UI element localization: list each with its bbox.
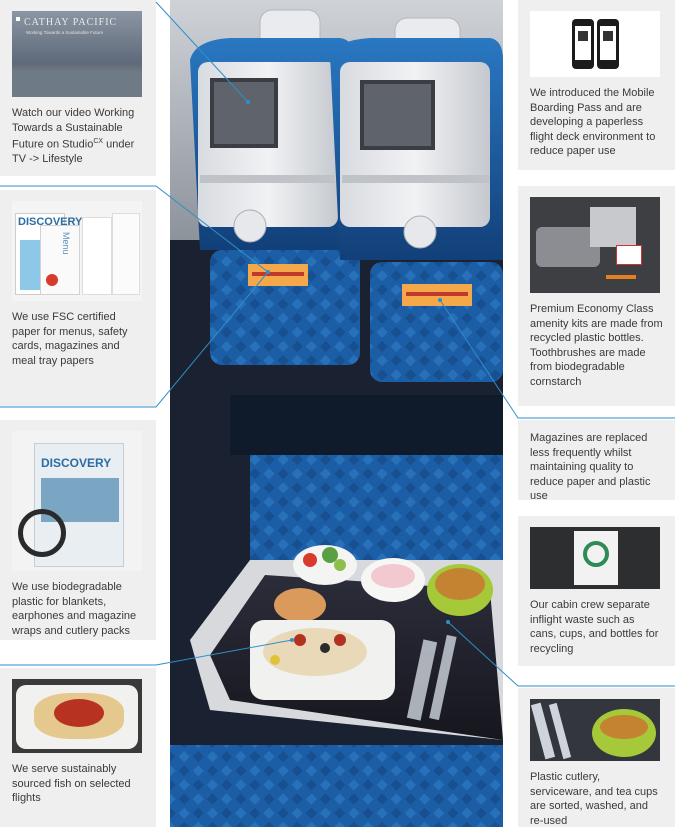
video-caption: Watch our video Working Towards a Sustai… [12,107,135,166]
fish-caption: We serve sustainably sourced fish on sel… [12,763,131,804]
boarding-caption: We introduced the Mobile Boarding Pass a… [530,87,656,157]
menu-card-2 [82,217,112,295]
card-recycling: Our cabin crew separate inflight waste s… [518,516,675,666]
fsc-menus-photo: DISCOVERY Menu [12,201,142,301]
video-thumb-subtitle: Working Towards a Sustainable Future [26,30,104,35]
amenity-caption: Premium Economy Class amenity kits are m… [530,303,663,388]
earphones-icon [18,509,66,557]
cabin-photo [170,0,503,827]
biodegradable-bag-photo: DISCOVERY [12,431,142,571]
amenity-pouch-2 [590,207,636,247]
card-amenity-kits: Premium Economy Class amenity kits are m… [518,186,675,406]
discovery-title-2: DISCOVERY [41,456,112,470]
card-sustainable-video: CATHAY PACIFIC Working Towards a Sustain… [0,0,156,176]
menu-word: Menu [61,232,71,255]
recycle-icon [583,541,609,567]
toothbrush-icon [606,275,636,279]
cutlery-caption: Plastic cutlery, serviceware, and tea cu… [530,771,658,827]
cutlery-cup-photo [530,699,660,761]
card-biodegradable-plastic: DISCOVERY We use biodegradable plastic f… [0,420,156,640]
card-cutlery-reuse: Plastic cutlery, serviceware, and tea cu… [518,688,675,827]
cabin-illustration [170,0,503,827]
tomato-icon [46,274,58,286]
amenity-kit-photo [530,197,660,293]
menu-card: Menu [40,225,80,295]
fsc-caption: We use FSC certified paper for menus, sa… [12,311,128,367]
runway-shape [12,71,142,97]
card-sustainable-fish: We serve sustainably sourced fish on sel… [0,668,156,827]
magazines-caption: Magazines are replaced less frequently w… [530,432,651,502]
card-fsc-paper: DISCOVERY Menu We use FSC certified pape… [0,190,156,406]
card-mobile-boarding: We introduced the Mobile Boarding Pass a… [518,0,675,170]
plastic-caption: We use biodegradable plastic for blanket… [12,581,137,637]
logo-mark-icon [16,17,20,21]
qr-code-icon-2 [603,31,613,41]
phone-icon [572,19,594,69]
wine-list-card [112,213,140,295]
video-thumbnail[interactable]: CATHAY PACIFIC Working Towards a Sustain… [12,11,142,97]
card-magazines: Magazines are replaced less frequently w… [518,420,675,502]
tea-cup [592,709,656,757]
mobile-boarding-photo [530,11,660,77]
fish-dish-photo [12,679,142,753]
recycling-photo [530,527,660,589]
phone-icon-2 [597,19,619,69]
tomato-sauce [54,699,104,727]
qr-code-icon [578,31,588,41]
video-thumb-title: CATHAY PACIFIC [24,17,118,28]
recycling-caption: Our cabin crew separate inflight waste s… [530,599,659,655]
amenity-tag [616,245,642,265]
